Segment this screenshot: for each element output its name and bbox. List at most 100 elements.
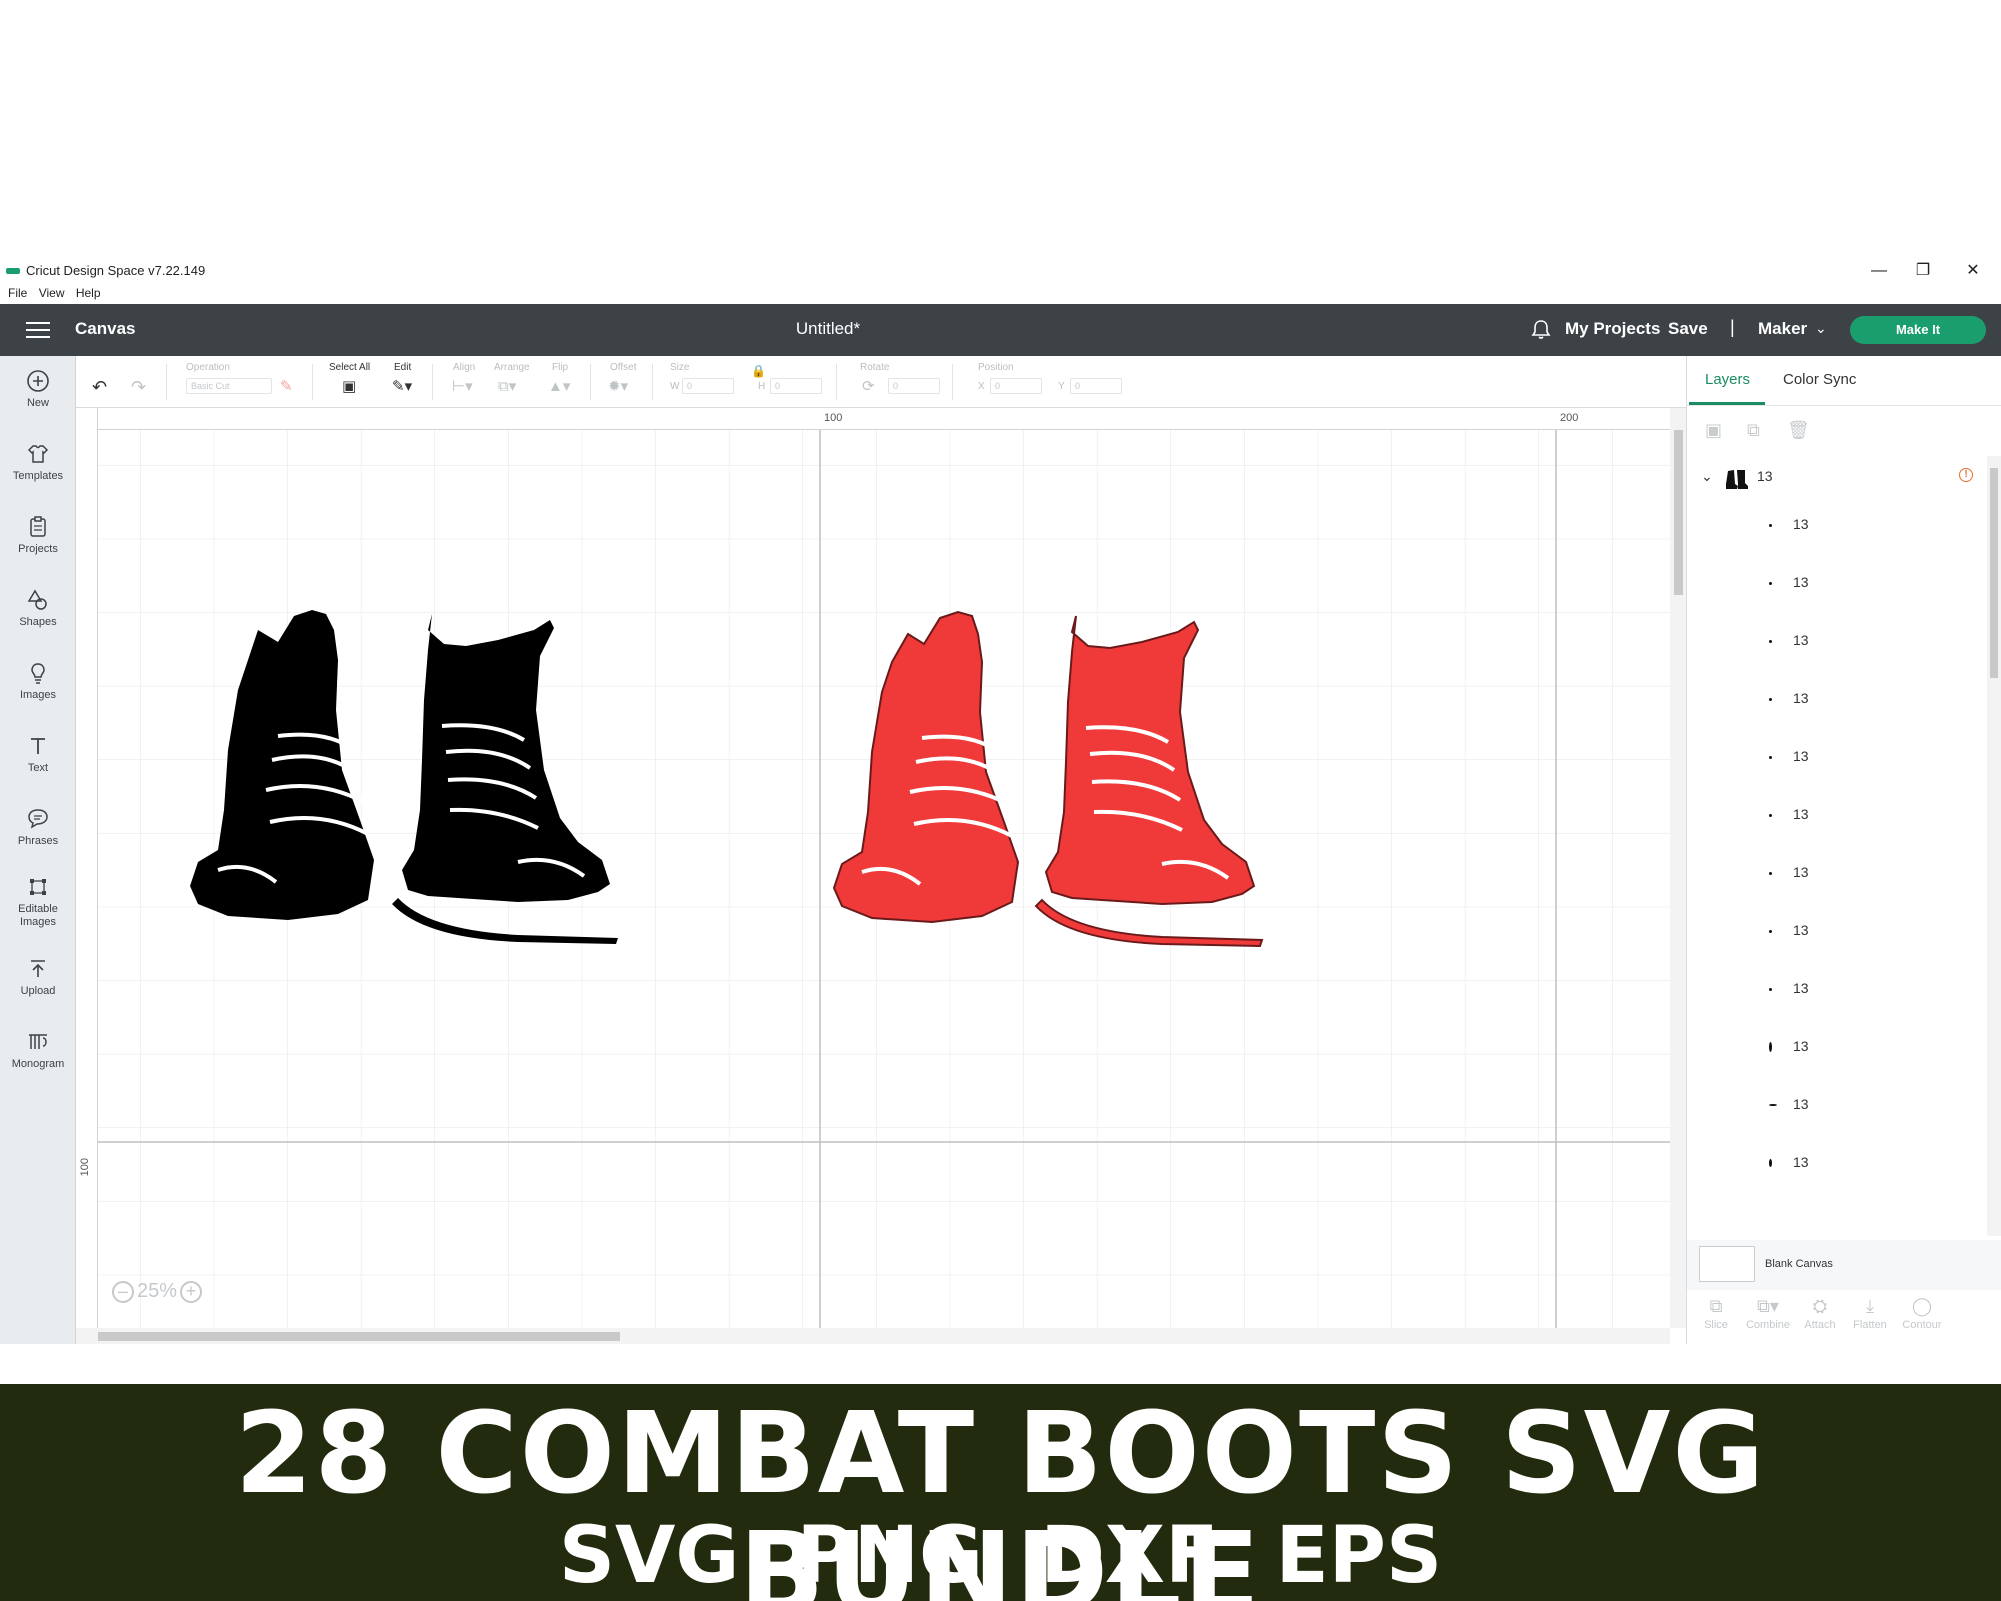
sidebar-item-new[interactable]: New — [0, 368, 76, 410]
delete-icon[interactable]: 🗑 — [1787, 420, 1810, 441]
tab-color-sync[interactable]: Color Sync — [1783, 371, 1856, 388]
offset-icon[interactable]: ✹▾ — [608, 377, 628, 395]
banner-formats: SVG PNG DXF EPS — [558, 1511, 1443, 1601]
sidebar-item-label: Images — [19, 689, 57, 701]
layer-name: 13 — [1793, 574, 1809, 590]
slice-button[interactable]: ⧉ Slice — [1689, 1296, 1743, 1331]
layer-row[interactable]: 13 — [1687, 962, 1987, 1020]
layer-name: 13 — [1793, 980, 1809, 996]
layer-row[interactable]: 13 — [1687, 730, 1987, 788]
pos-x-input[interactable]: 0 — [990, 378, 1042, 394]
layer-row[interactable]: 13 — [1687, 904, 1987, 962]
warning-icon[interactable]: ! — [1959, 468, 1973, 482]
sidebar-item-phrases[interactable]: Phrases — [0, 806, 76, 848]
height-input[interactable]: 0 — [770, 378, 822, 394]
layer-name: 13 — [1793, 1154, 1809, 1170]
pos-y-label: Y — [1058, 381, 1065, 392]
layer-row[interactable]: 13 — [1687, 556, 1987, 614]
zoom-out-button[interactable]: – — [112, 1280, 134, 1303]
ruler-label: 100 — [79, 1158, 91, 1177]
pos-y-input[interactable]: 0 — [1070, 378, 1122, 394]
scrollbar-thumb[interactable] — [98, 1332, 620, 1341]
canvas-horizontal-scrollbar[interactable] — [76, 1328, 1670, 1344]
pen-color-icon[interactable]: ✎ — [280, 377, 293, 395]
blank-canvas-label: Blank Canvas — [1765, 1258, 1833, 1270]
layer-group-row[interactable]: ⌄ 13 ! — [1687, 458, 1987, 498]
attach-button[interactable]: ⛭ Attach — [1793, 1296, 1847, 1331]
speech-bubble-icon — [28, 809, 48, 829]
chevron-down-icon[interactable]: ⌄ — [1701, 468, 1713, 485]
save-button[interactable]: Save — [1668, 319, 1708, 339]
menu-help[interactable]: Help — [76, 286, 101, 300]
scrollbar-thumb[interactable] — [1990, 468, 1998, 678]
flatten-label: Flatten — [1853, 1319, 1887, 1331]
sidebar-item-projects[interactable]: Projects — [0, 514, 76, 556]
align-icon[interactable]: ⊢▾ — [452, 377, 473, 395]
redo-icon[interactable]: ↷ — [131, 377, 146, 398]
arrange-icon[interactable]: ⧉▾ — [498, 377, 516, 395]
sidebar-item-upload[interactable]: Upload — [0, 956, 76, 998]
my-projects-button[interactable]: My Projects — [1565, 319, 1660, 339]
rotate-input[interactable]: 0 — [888, 378, 940, 394]
edit-pen-icon[interactable]: ✎▾ — [392, 377, 412, 395]
sidebar-item-templates[interactable]: Templates — [0, 441, 76, 483]
toolbar-divider — [312, 364, 313, 400]
layer-thumbnail-icon — [1769, 988, 1772, 991]
sidebar-item-editable-images[interactable]: Editable Images — [0, 874, 76, 929]
restore-button[interactable]: ❐ — [1908, 260, 1938, 282]
width-input[interactable]: 0 — [682, 378, 734, 394]
canvas-vertical-scrollbar[interactable] — [1670, 408, 1686, 1328]
pos-x-label: X — [978, 381, 985, 392]
toolbar-divider — [590, 364, 591, 400]
flatten-button[interactable]: ⤓ Flatten — [1843, 1296, 1897, 1331]
lock-icon[interactable]: 🔒 — [751, 364, 766, 378]
blank-canvas-row[interactable]: Blank Canvas — [1687, 1240, 2001, 1290]
duplicate-icon[interactable]: ⧉ — [1747, 420, 1760, 441]
layers-panel: Layers Color Sync ▣ ⧉ 🗑 ⌄ 13 ! 13 13 13 … — [1686, 356, 2001, 1344]
sidebar-item-label: Upload — [20, 985, 56, 997]
machine-select[interactable]: Maker — [1758, 319, 1807, 339]
canvas-grid[interactable] — [98, 430, 1670, 1336]
contour-button[interactable]: ◯ Contour — [1895, 1296, 1949, 1331]
sidebar-item-text[interactable]: Text — [0, 733, 76, 775]
layer-row[interactable]: 13 — [1687, 1078, 1987, 1136]
zoom-in-button[interactable]: + — [180, 1280, 203, 1303]
layers-scrollbar[interactable] — [1987, 456, 2001, 1236]
layer-row[interactable]: 13 — [1687, 498, 1987, 556]
sidebar-item-images[interactable]: Images — [0, 660, 76, 702]
sidebar-item-monogram[interactable]: Monogram — [0, 1029, 76, 1071]
scrollbar-thumb[interactable] — [1674, 430, 1683, 595]
layer-row[interactable]: 13 — [1687, 1020, 1987, 1078]
undo-icon[interactable]: ↶ — [92, 377, 107, 398]
layer-row[interactable]: 13 — [1687, 788, 1987, 846]
upload-icon — [31, 960, 45, 977]
boots-thumbnail-icon — [1726, 470, 1748, 489]
operation-select[interactable]: Basic Cut — [186, 378, 272, 394]
flip-icon[interactable]: ▲▾ — [548, 377, 570, 395]
menu-view[interactable]: View — [39, 286, 65, 300]
window-titlebar: Cricut Design Space v7.22.149 — ❐ ✕ — [0, 258, 2001, 284]
make-it-button[interactable]: Make It — [1850, 316, 1986, 344]
select-all-icon[interactable]: ▣ — [342, 377, 356, 395]
layer-thumbnail-icon — [1769, 756, 1772, 759]
layer-name: 13 — [1793, 1096, 1809, 1112]
menu-file[interactable]: File — [8, 286, 27, 300]
layer-row[interactable]: 13 — [1687, 672, 1987, 730]
group-icon[interactable]: ▣ — [1705, 420, 1722, 441]
sidebar-item-shapes[interactable]: Shapes — [0, 587, 76, 629]
menu-bar: File View Help — [0, 284, 2001, 304]
canvas-color-swatch[interactable] — [1699, 1246, 1755, 1282]
chevron-down-icon[interactable]: ⌄ — [1815, 320, 1827, 337]
bell-icon[interactable] — [1530, 318, 1552, 340]
layer-row[interactable]: 13 — [1687, 614, 1987, 672]
layer-row[interactable]: 13 — [1687, 846, 1987, 904]
design-canvas[interactable]: 0 100 200 100 — [76, 408, 1686, 1344]
layer-row[interactable]: 13 — [1687, 1136, 1987, 1194]
layer-thumbnail-icon — [1769, 930, 1772, 933]
tab-layers[interactable]: Layers — [1705, 371, 1750, 388]
minimize-button[interactable]: — — [1864, 260, 1894, 282]
rotate-icon[interactable]: ⟳ — [862, 377, 875, 395]
combine-button[interactable]: ⧉▾ Combine — [1741, 1296, 1795, 1331]
close-button[interactable]: ✕ — [1958, 260, 1988, 282]
left-sidebar: New Templates Projects Shapes Images Tex… — [0, 356, 76, 1344]
